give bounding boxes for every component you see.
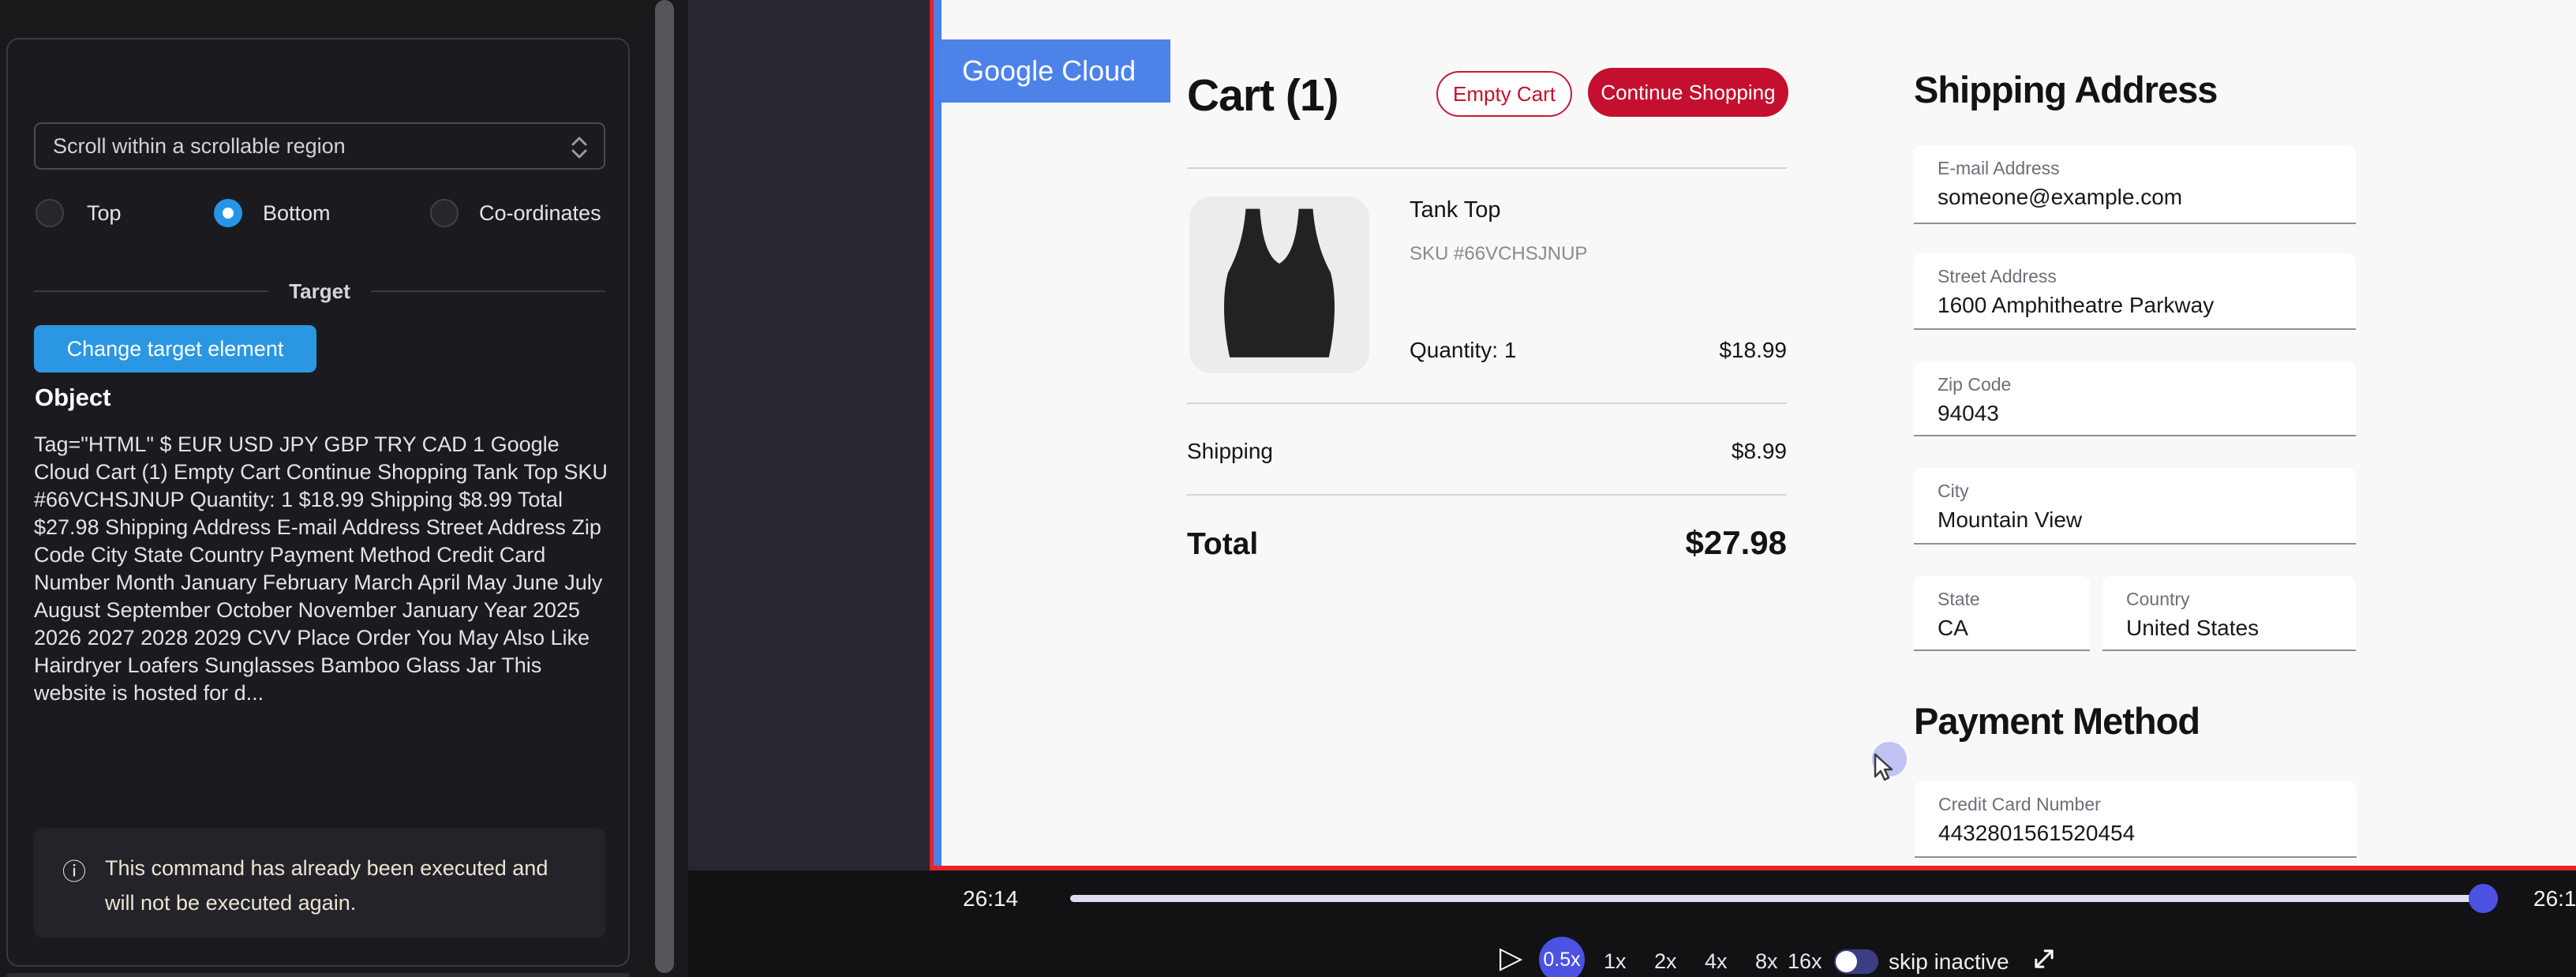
radio-coordinates[interactable] bbox=[430, 199, 459, 227]
radio-bottom-label: Bottom bbox=[263, 201, 331, 226]
info-icon: ⓘ bbox=[62, 852, 86, 887]
radio-coordinates-label: Co-ordinates bbox=[479, 201, 601, 226]
speed-option-1x[interactable]: 1x bbox=[1604, 949, 1627, 974]
shipping-cost-value: $8.99 bbox=[1629, 439, 1787, 464]
state-field[interactable]: State CA bbox=[1914, 576, 2090, 651]
radio-top[interactable] bbox=[36, 199, 64, 227]
country-field[interactable]: Country United States bbox=[2102, 576, 2356, 651]
city-field[interactable]: City Mountain View bbox=[1914, 468, 2356, 545]
element-highlight-strip bbox=[934, 0, 942, 866]
speed-option-16x[interactable]: 16x bbox=[1788, 949, 1822, 974]
radio-top-label: Top bbox=[87, 201, 122, 226]
command-type-select[interactable]: Scroll within a scrollable region bbox=[34, 122, 605, 170]
skip-inactive-label: skip inactive bbox=[1889, 949, 2009, 975]
city-field-label: City bbox=[1938, 481, 1969, 502]
speed-option-4x[interactable]: 4x bbox=[1705, 949, 1728, 974]
cart-divider bbox=[1187, 494, 1787, 496]
object-heading: Object bbox=[35, 384, 110, 412]
target-section-label: Target bbox=[289, 279, 350, 304]
recorded-webpage: Google Cloud Cart (1) Empty Cart Continu… bbox=[942, 0, 2576, 866]
zip-field-value: 94043 bbox=[1938, 401, 1999, 426]
street-field-label: Street Address bbox=[1938, 266, 2057, 287]
divider-line bbox=[34, 290, 268, 292]
object-description-text: Tag="HTML" $ EUR USD JPY GBP TRY CAD 1 G… bbox=[34, 431, 608, 707]
empty-cart-button[interactable]: Empty Cart bbox=[1436, 71, 1572, 117]
cart-divider bbox=[1187, 167, 1787, 169]
site-logo-badge: Google Cloud bbox=[942, 39, 1170, 103]
shipping-cost-label: Shipping bbox=[1187, 439, 1273, 464]
radio-bottom[interactable] bbox=[214, 199, 242, 227]
product-price: $18.99 bbox=[1629, 338, 1787, 363]
country-field-label: Country bbox=[2126, 589, 2190, 610]
product-quantity: Quantity: 1 bbox=[1410, 338, 1516, 363]
speed-option-2x[interactable]: 2x bbox=[1654, 949, 1677, 974]
credit-card-number-field[interactable]: Credit Card Number 4432801561520454 bbox=[1915, 781, 2357, 858]
product-sku: SKU #66VCHSJNUP bbox=[1410, 243, 1587, 265]
city-field-value: Mountain View bbox=[1938, 507, 2082, 533]
product-image-tank-top bbox=[1189, 197, 1369, 373]
payment-method-heading: Payment Method bbox=[1914, 699, 2200, 743]
command-detail-panel: Scroll within a scrollable region Top Bo… bbox=[6, 38, 630, 967]
street-address-field[interactable]: Street Address 1600 Amphitheatre Parkway bbox=[1914, 253, 2356, 330]
divider-line bbox=[371, 290, 605, 292]
tank-top-graphic bbox=[1189, 197, 1369, 373]
site-logo-text: Google Cloud bbox=[962, 54, 1136, 87]
seek-knob[interactable] bbox=[2469, 884, 2498, 913]
zip-field-label: Zip Code bbox=[1938, 374, 2011, 395]
street-field-value: 1600 Amphitheatre Parkway bbox=[1938, 293, 2214, 318]
replay-player-bar: 26:14 26:15 ▷ 0.5x 1x 2x 4x 8x 16x skip … bbox=[688, 870, 2576, 977]
speed-option-8x[interactable]: 8x bbox=[1755, 949, 1778, 974]
continue-shopping-button[interactable]: Continue Shopping bbox=[1588, 68, 1788, 117]
speed-option-0.5x[interactable]: 0.5x bbox=[1539, 937, 1585, 977]
seek-bar[interactable] bbox=[1070, 895, 2488, 902]
product-name: Tank Top bbox=[1410, 197, 1501, 223]
toggle-knob bbox=[1836, 951, 1857, 972]
replay-tool-window: Scroll within a scrollable region Top Bo… bbox=[0, 0, 2576, 977]
current-time: 26:14 bbox=[963, 886, 1018, 911]
state-field-label: State bbox=[1938, 589, 1980, 610]
card-field-value: 4432801561520454 bbox=[1938, 821, 2135, 846]
next-panel-edge bbox=[6, 973, 630, 977]
change-target-button[interactable]: Change target element bbox=[34, 325, 316, 372]
cart-divider bbox=[1187, 402, 1787, 404]
sidebar-scrollbar[interactable] bbox=[655, 0, 674, 973]
total-value: $27.98 bbox=[1550, 524, 1787, 562]
info-banner-text: This command has already been executed a… bbox=[105, 851, 578, 920]
country-field-value: United States bbox=[2126, 616, 2259, 641]
cart-heading: Cart (1) bbox=[1187, 69, 1339, 122]
email-field[interactable]: E-mail Address someone@example.com bbox=[1914, 145, 2356, 224]
email-field-value: someone@example.com bbox=[1938, 185, 2182, 210]
end-time: 26:15 bbox=[2533, 886, 2576, 915]
zip-code-field[interactable]: Zip Code 94043 bbox=[1914, 361, 2356, 436]
command-type-value: Scroll within a scrollable region bbox=[53, 134, 346, 158]
email-field-label: E-mail Address bbox=[1938, 158, 2060, 179]
total-label: Total bbox=[1187, 527, 1258, 562]
card-field-label: Credit Card Number bbox=[1938, 794, 2101, 815]
skip-inactive-toggle[interactable] bbox=[1834, 949, 1878, 974]
state-field-value: CA bbox=[1938, 616, 1968, 641]
play-button[interactable]: ▷ bbox=[1500, 940, 1522, 975]
shipping-address-heading: Shipping Address bbox=[1914, 68, 2217, 111]
select-chevrons-icon bbox=[569, 134, 590, 161]
info-banner: ⓘ This command has already been executed… bbox=[34, 829, 605, 938]
target-section-divider: Target bbox=[34, 278, 605, 305]
mouse-cursor bbox=[1859, 739, 1923, 802]
fullscreen-icon[interactable] bbox=[2030, 945, 2058, 975]
